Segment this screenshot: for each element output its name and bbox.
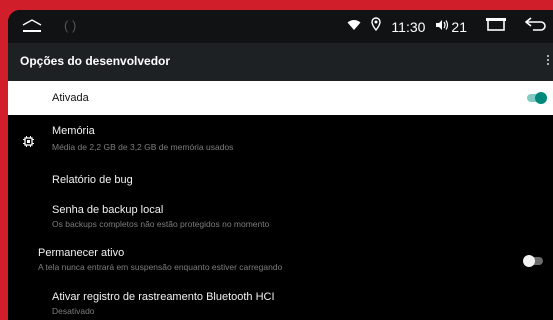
- volume-level: 21: [451, 18, 467, 35]
- app-bar: Opções do desenvolvedor: [8, 43, 553, 81]
- location-pin-icon: [371, 17, 382, 36]
- master-switch-row[interactable]: Ativada: [8, 81, 553, 115]
- back-arrow-icon[interactable]: [524, 17, 547, 36]
- backup-password-title: Senha de backup local: [52, 204, 164, 216]
- master-switch-toggle[interactable]: [527, 92, 547, 104]
- toggle-knob: [523, 255, 535, 267]
- bug-report-title: Relatório de bug: [52, 174, 133, 186]
- clock: 11:30: [391, 18, 426, 35]
- memory-subtitle: Média de 2,2 GB de 3,2 GB de memória usa…: [52, 142, 234, 152]
- list-item-bug-report[interactable]: Relatório de bug: [8, 167, 553, 197]
- master-switch-label: Ativada: [52, 92, 89, 104]
- list-item-bluetooth-hci[interactable]: Ativar registro de rastreamento Bluetoot…: [8, 282, 553, 320]
- home-outline-icon[interactable]: [22, 19, 42, 38]
- stay-awake-toggle[interactable]: [523, 255, 543, 267]
- status-bar: ( ) 11:30 21: [8, 10, 553, 43]
- stay-awake-title: Permanecer ativo: [38, 247, 125, 259]
- list-item-memory[interactable]: Memória Média de 2,2 GB de 3,2 GB de mem…: [8, 115, 553, 167]
- list-item-stay-awake[interactable]: Permanecer ativo A tela nunca entrará em…: [8, 240, 553, 282]
- memory-chip-icon: [23, 134, 34, 147]
- notification-placeholder-icon: ( ): [64, 18, 77, 33]
- backup-password-subtitle: Os backups completos não estão protegido…: [52, 219, 270, 229]
- list-item-backup-password[interactable]: Senha de backup local Os backups complet…: [8, 197, 553, 240]
- overflow-menu-icon[interactable]: [547, 55, 551, 69]
- page-title: Opções do desenvolvedor: [20, 54, 171, 68]
- memory-title: Memória: [52, 125, 95, 137]
- volume-indicator[interactable]: 21: [435, 18, 467, 35]
- recent-apps-icon[interactable]: [485, 17, 507, 36]
- stay-awake-subtitle: A tela nunca entrará em suspensão enquan…: [38, 262, 283, 272]
- toggle-knob: [535, 92, 547, 104]
- volume-icon: [435, 18, 449, 35]
- device-screen: ( ) 11:30 21 Opções do desenvolvedor Ati…: [8, 10, 553, 320]
- wifi-icon: [347, 18, 361, 36]
- bluetooth-hci-subtitle: Desativado: [52, 306, 95, 316]
- bluetooth-hci-title: Ativar registro de rastreamento Bluetoot…: [52, 291, 275, 303]
